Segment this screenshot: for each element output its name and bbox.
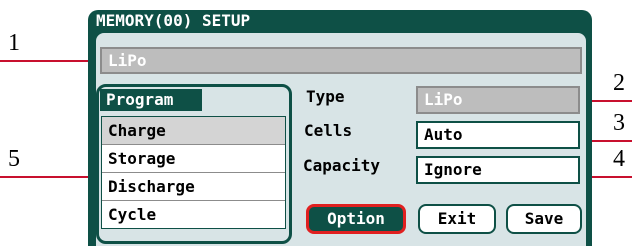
- exit-button[interactable]: Exit: [418, 204, 496, 234]
- cells-field[interactable]: Auto: [416, 121, 580, 149]
- program-item-storage[interactable]: Storage: [102, 145, 285, 173]
- callout-4: 4: [613, 146, 625, 172]
- type-label: Type: [306, 87, 345, 106]
- program-group-label: Program: [100, 89, 202, 111]
- callout-1-leader: [0, 60, 100, 62]
- capacity-field[interactable]: Ignore: [416, 156, 580, 184]
- cells-label: Cells: [304, 121, 353, 140]
- type-field: LiPo: [416, 86, 580, 114]
- program-list[interactable]: Charge Storage Discharge Cycle: [101, 116, 286, 229]
- callout-5-leader: [0, 176, 102, 178]
- callout-1: 1: [8, 30, 20, 56]
- callout-3: 3: [613, 110, 625, 136]
- program-item-charge[interactable]: Charge: [102, 117, 285, 145]
- callout-2: 2: [613, 70, 625, 96]
- save-button[interactable]: Save: [506, 204, 582, 234]
- screen-title: MEMORY(00) SETUP: [96, 11, 251, 30]
- option-button[interactable]: Option: [306, 204, 406, 234]
- program-item-cycle[interactable]: Cycle: [102, 201, 285, 228]
- memory-name-field[interactable]: LiPo: [100, 47, 582, 74]
- callout-5: 5: [8, 146, 20, 172]
- capacity-label: Capacity: [303, 156, 381, 175]
- program-item-discharge[interactable]: Discharge: [102, 173, 285, 201]
